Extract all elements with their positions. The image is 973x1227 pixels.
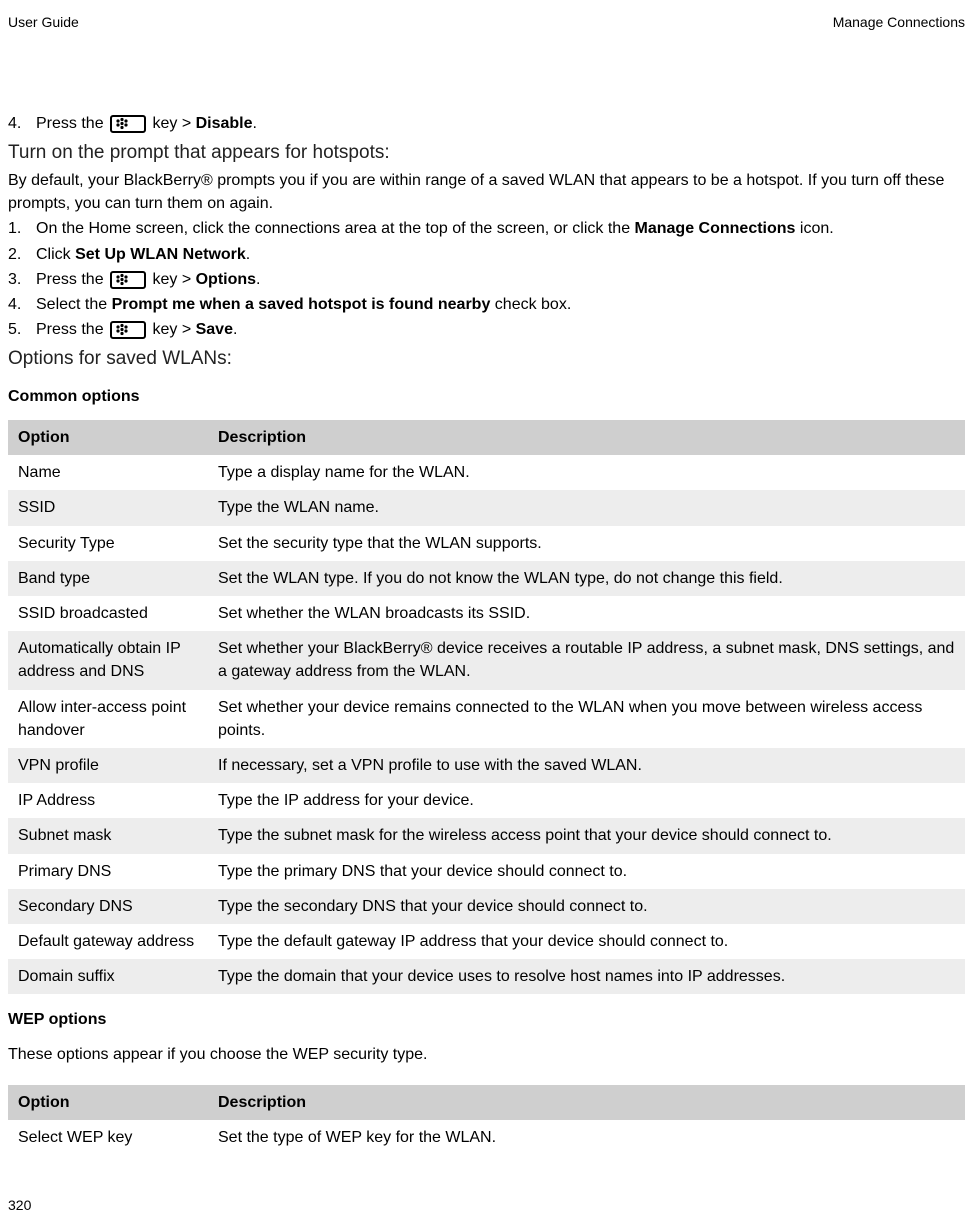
- blackberry-menu-key-icon: [110, 115, 146, 133]
- wep-options-table: Option Description Select WEP keySet the…: [8, 1085, 965, 1155]
- table-row: SSID broadcastedSet whether the WLAN bro…: [8, 596, 965, 631]
- step-4-disable: 4. Press the key > Disable.: [8, 112, 965, 135]
- option-cell: Domain suffix: [8, 959, 208, 994]
- step-number: 4.: [8, 293, 36, 316]
- description-cell: Set the security type that the WLAN supp…: [208, 526, 965, 561]
- heading-saved-wlans: Options for saved WLANs:: [8, 345, 965, 373]
- th-description: Description: [208, 420, 965, 455]
- common-options-table: Option Description NameType a display na…: [8, 420, 965, 994]
- description-cell: Type the IP address for your device.: [208, 783, 965, 818]
- blackberry-menu-key-icon: [110, 321, 146, 339]
- option-cell: Default gateway address: [8, 924, 208, 959]
- blackberry-menu-key-icon: [110, 271, 146, 289]
- table-row: Primary DNSType the primary DNS that you…: [8, 854, 965, 889]
- list-item: 3.Press the key > Options.: [8, 268, 965, 291]
- intro-hotspot: By default, your BlackBerry® prompts you…: [8, 169, 965, 215]
- description-cell: Type the secondary DNS that your device …: [208, 889, 965, 924]
- heading-hotspot-prompt: Turn on the prompt that appears for hots…: [8, 139, 965, 167]
- list-item: 4.Select the Prompt me when a saved hots…: [8, 293, 965, 316]
- step-number: 3.: [8, 268, 36, 291]
- step-text: Press the key > Disable.: [36, 112, 965, 135]
- table-row: Domain suffixType the domain that your d…: [8, 959, 965, 994]
- table-row: Secondary DNSType the secondary DNS that…: [8, 889, 965, 924]
- option-cell: Secondary DNS: [8, 889, 208, 924]
- list-item: 1.On the Home screen, click the connecti…: [8, 217, 965, 240]
- table-row: Security TypeSet the security type that …: [8, 526, 965, 561]
- option-cell: IP Address: [8, 783, 208, 818]
- option-cell: Automatically obtain IP address and DNS: [8, 631, 208, 689]
- step-text: Press the key > Save.: [36, 318, 965, 341]
- page-number: 320: [8, 1195, 31, 1215]
- description-cell: Type the domain that your device uses to…: [208, 959, 965, 994]
- step-list-continuation: 4. Press the key > Disable.: [8, 112, 965, 135]
- step-number: 2.: [8, 243, 36, 266]
- option-cell: Select WEP key: [8, 1120, 208, 1155]
- description-cell: Set the type of WEP key for the WLAN.: [208, 1120, 965, 1155]
- table-row: IP AddressType the IP address for your d…: [8, 783, 965, 818]
- wep-intro: These options appear if you choose the W…: [8, 1043, 965, 1066]
- option-cell: Band type: [8, 561, 208, 596]
- th-description: Description: [208, 1085, 965, 1120]
- subheading-common: Common options: [8, 385, 965, 408]
- description-cell: Set whether your device remains connecte…: [208, 690, 965, 748]
- option-cell: Name: [8, 455, 208, 490]
- option-cell: SSID broadcasted: [8, 596, 208, 631]
- table-row: Default gateway addressType the default …: [8, 924, 965, 959]
- option-cell: Primary DNS: [8, 854, 208, 889]
- table-row: Select WEP keySet the type of WEP key fo…: [8, 1120, 965, 1155]
- description-cell: Set whether the WLAN broadcasts its SSID…: [208, 596, 965, 631]
- step-text: Select the Prompt me when a saved hotspo…: [36, 293, 965, 316]
- th-option: Option: [8, 1085, 208, 1120]
- table-row: Band typeSet the WLAN type. If you do no…: [8, 561, 965, 596]
- description-cell: Type the default gateway IP address that…: [208, 924, 965, 959]
- list-item: 5.Press the key > Save.: [8, 318, 965, 341]
- subheading-wep: WEP options: [8, 1008, 965, 1031]
- step-text: On the Home screen, click the connection…: [36, 217, 965, 240]
- table-row: VPN profileIf necessary, set a VPN profi…: [8, 748, 965, 783]
- list-item: 2.Click Set Up WLAN Network.: [8, 243, 965, 266]
- description-cell: Type the WLAN name.: [208, 490, 965, 525]
- description-cell: Set whether your BlackBerry® device rece…: [208, 631, 965, 689]
- table-row: Allow inter-access point handoverSet whe…: [8, 690, 965, 748]
- th-option: Option: [8, 420, 208, 455]
- hotspot-steps-list: 1.On the Home screen, click the connecti…: [8, 217, 965, 341]
- step-number: 4.: [8, 112, 36, 135]
- option-cell: SSID: [8, 490, 208, 525]
- step-text: Press the key > Options.: [36, 268, 965, 291]
- option-cell: Subnet mask: [8, 818, 208, 853]
- description-cell: Type a display name for the WLAN.: [208, 455, 965, 490]
- step-number: 1.: [8, 217, 36, 240]
- description-cell: Type the primary DNS that your device sh…: [208, 854, 965, 889]
- table-row: NameType a display name for the WLAN.: [8, 455, 965, 490]
- description-cell: Set the WLAN type. If you do not know th…: [208, 561, 965, 596]
- option-cell: Allow inter-access point handover: [8, 690, 208, 748]
- page-header: User Guide Manage Connections: [8, 12, 965, 32]
- step-text: Click Set Up WLAN Network.: [36, 243, 965, 266]
- table-row: Automatically obtain IP address and DNSS…: [8, 631, 965, 689]
- table-row: SSIDType the WLAN name.: [8, 490, 965, 525]
- description-cell: If necessary, set a VPN profile to use w…: [208, 748, 965, 783]
- step-number: 5.: [8, 318, 36, 341]
- description-cell: Type the subnet mask for the wireless ac…: [208, 818, 965, 853]
- option-cell: VPN profile: [8, 748, 208, 783]
- option-cell: Security Type: [8, 526, 208, 561]
- table-row: Subnet maskType the subnet mask for the …: [8, 818, 965, 853]
- header-left: User Guide: [8, 12, 79, 32]
- header-right: Manage Connections: [833, 12, 965, 32]
